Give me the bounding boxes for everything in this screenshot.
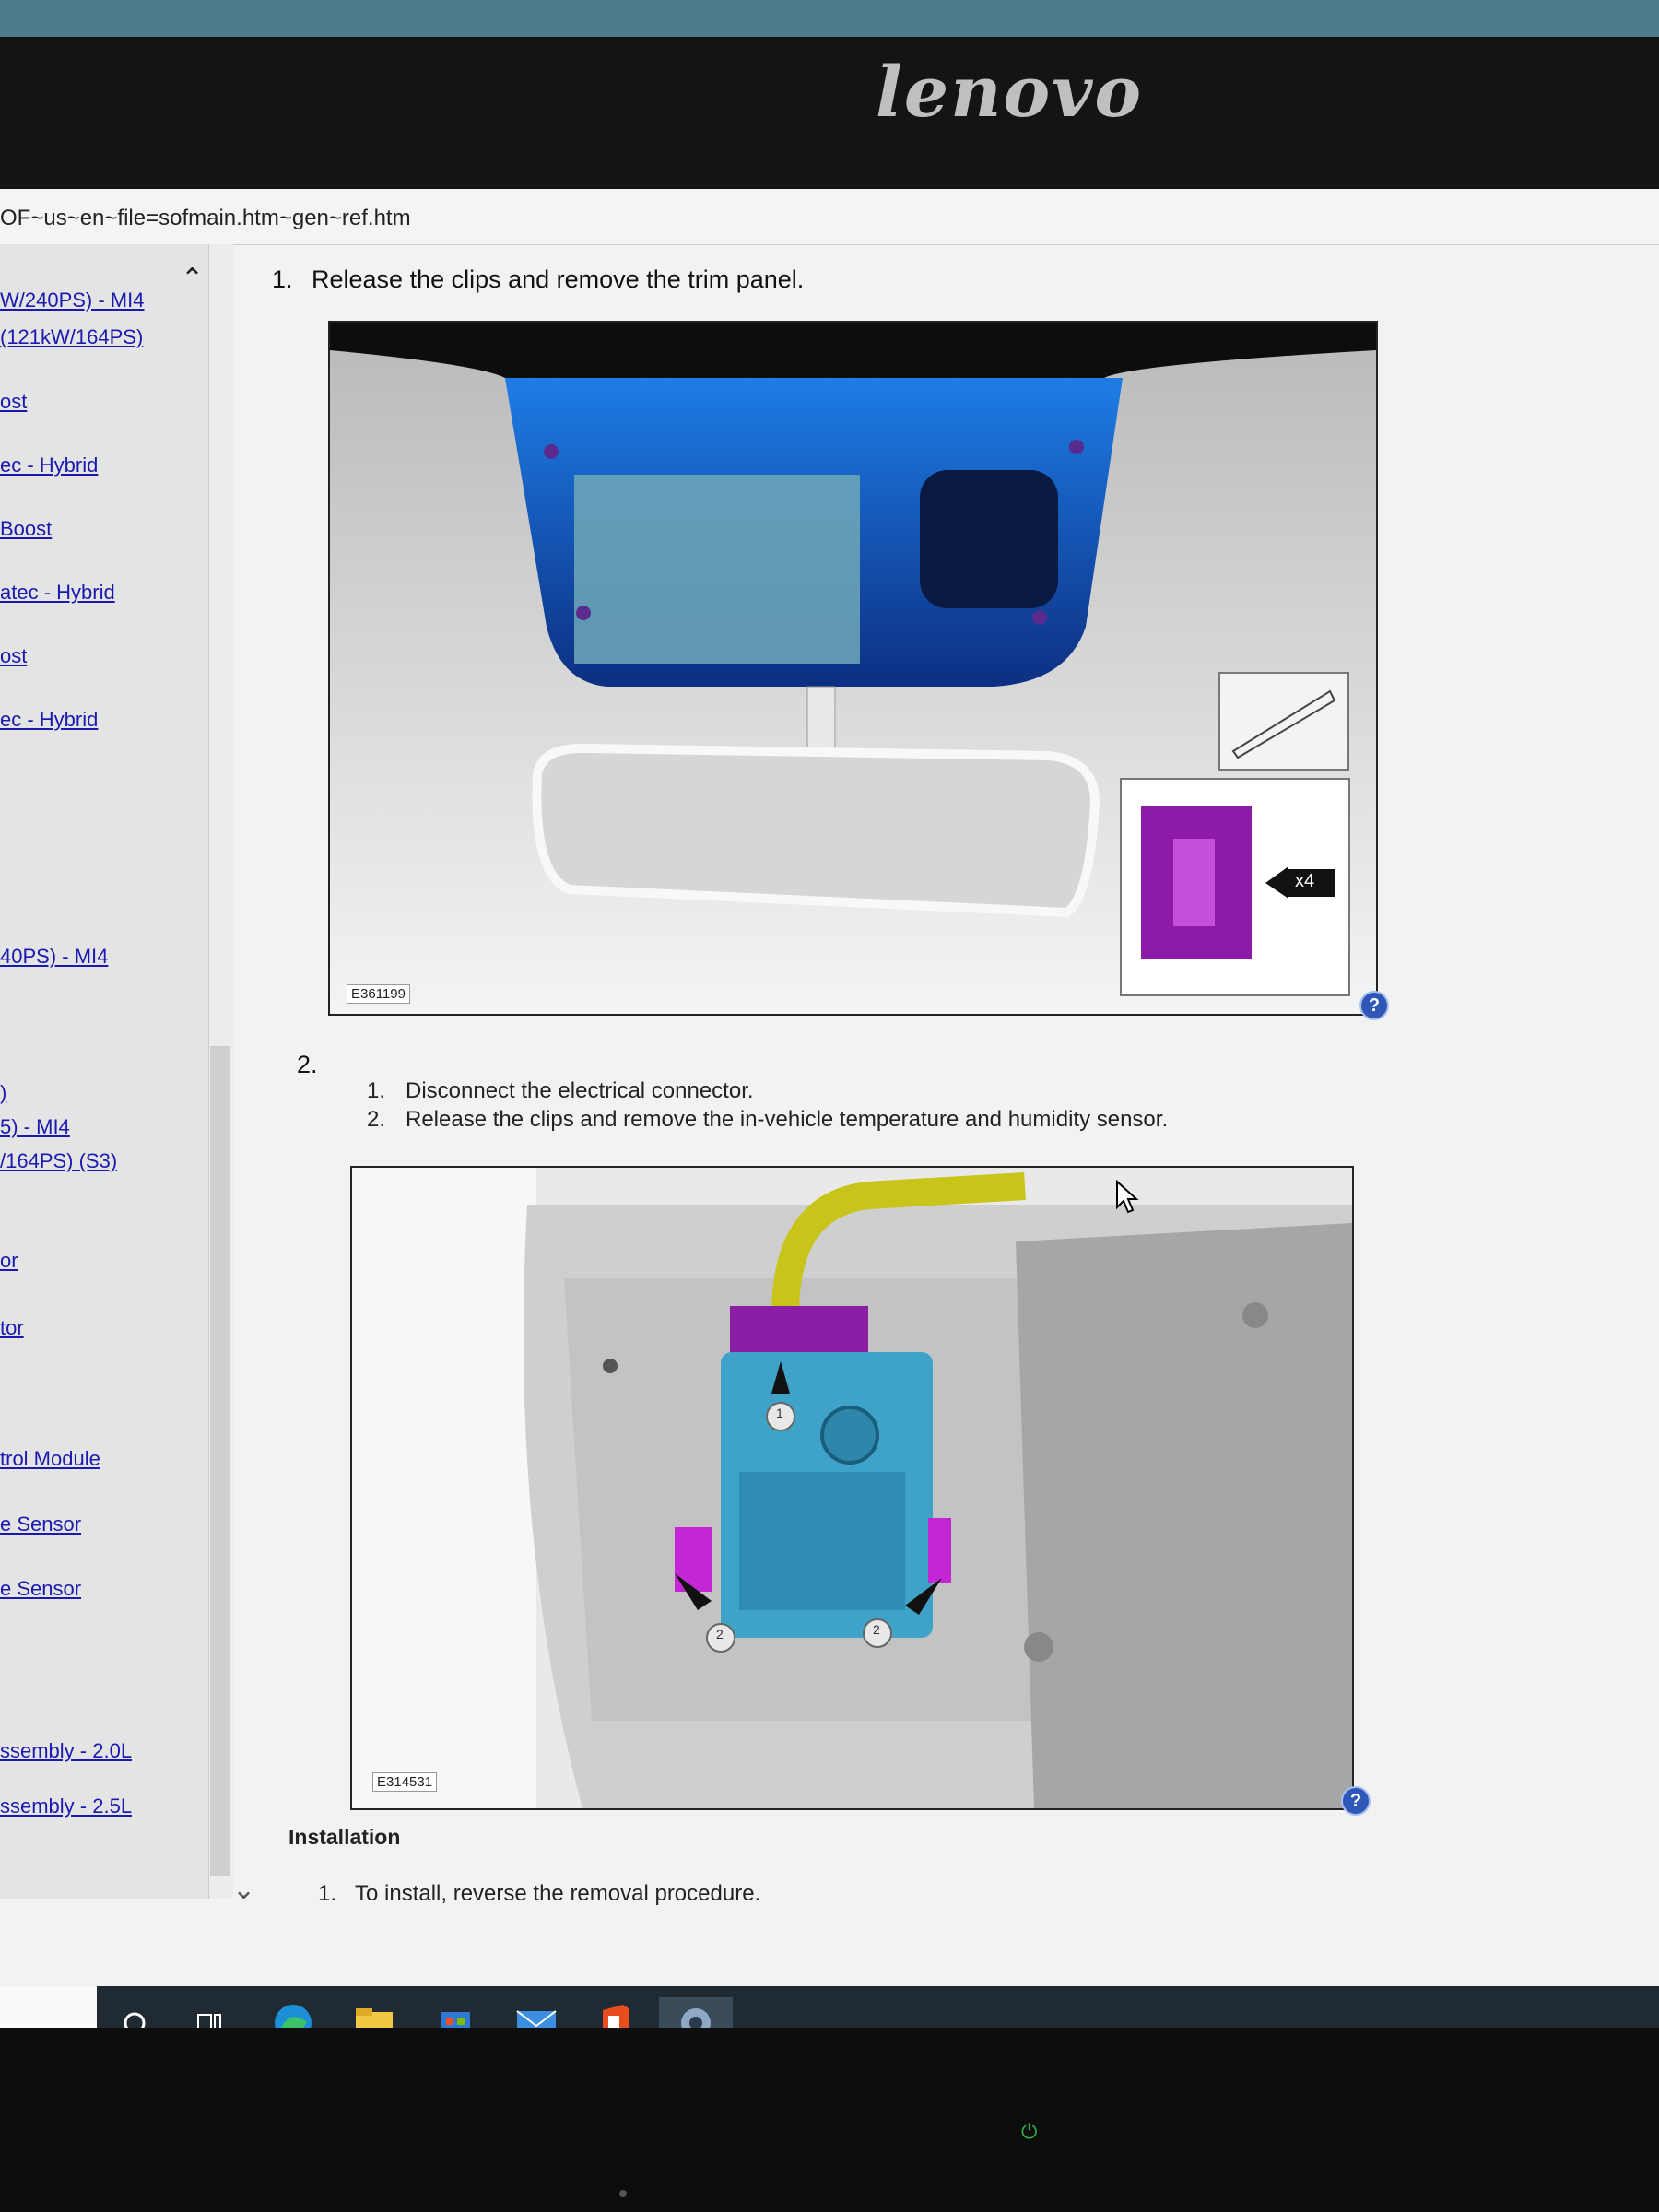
help-icon[interactable]: ? bbox=[1359, 991, 1389, 1020]
install-step-1-number: 1. bbox=[318, 1881, 337, 1906]
nav-link[interactable]: (121kW/164PS) bbox=[0, 325, 143, 349]
power-icon: ⏻ bbox=[1021, 2120, 1038, 2143]
nav-link[interactable]: or bbox=[0, 1249, 18, 1273]
monitor-bezel-top bbox=[0, 37, 1659, 194]
chevron-up-icon[interactable]: ⌃ bbox=[181, 263, 204, 295]
step-1-text: Release the clips and remove the trim pa… bbox=[312, 265, 805, 293]
nav-link[interactable]: tor bbox=[0, 1316, 24, 1340]
substep-2-number: 2. bbox=[367, 1107, 386, 1132]
nav-link[interactable]: Boost bbox=[0, 517, 52, 541]
screen: OF~us~en~file=sofmain.htm~gen~ref.htm ⌃ … bbox=[0, 189, 1659, 2060]
monitor-logo: lenovo bbox=[876, 51, 1144, 133]
step-2-number: 2. bbox=[297, 1051, 318, 1078]
nav-link[interactable]: atec - Hybrid bbox=[0, 581, 115, 605]
figure-1-id: E361199 bbox=[347, 984, 410, 1004]
nav-link[interactable]: e Sensor bbox=[0, 1577, 81, 1601]
nav-link[interactable]: trol Module bbox=[0, 1447, 100, 1471]
substep-1-number: 1. bbox=[367, 1078, 386, 1103]
left-nav-panel bbox=[0, 244, 221, 1899]
monitor-bezel-bottom bbox=[0, 2028, 1659, 2212]
nav-link[interactable]: ssembly - 2.0L bbox=[0, 1739, 132, 1763]
nav-link[interactable]: W/240PS) - MI4 bbox=[0, 288, 144, 312]
nav-link[interactable]: ) bbox=[0, 1081, 6, 1105]
bezel-indicator bbox=[619, 2190, 627, 2197]
figure-2-id: E314531 bbox=[372, 1772, 438, 1792]
nav-link[interactable]: ost bbox=[0, 644, 27, 668]
callout-2: 2 bbox=[873, 1622, 880, 1637]
humidity-sensor-illustration bbox=[352, 1168, 1352, 1808]
install-step-1-text: To install, reverse the removal procedur… bbox=[355, 1881, 761, 1906]
nav-link[interactable]: e Sensor bbox=[0, 1512, 81, 1536]
address-url[interactable]: OF~us~en~file=sofmain.htm~gen~ref.htm bbox=[0, 206, 411, 231]
nav-link[interactable]: ec - Hybrid bbox=[0, 708, 98, 732]
nav-link[interactable]: /164PS) (S3) bbox=[0, 1149, 117, 1173]
figure-humidity-sensor: 1 2 2 E314531 bbox=[350, 1166, 1354, 1810]
trim-panel-illustration bbox=[330, 323, 1376, 1014]
sidebar-scrollbar-thumb[interactable] bbox=[210, 1046, 230, 1876]
nav-link[interactable]: ec - Hybrid bbox=[0, 453, 98, 477]
substep-2-text: Release the clips and remove the in-vehi… bbox=[406, 1107, 1169, 1132]
mouse-cursor-icon bbox=[1116, 1180, 1139, 1214]
chevron-down-icon[interactable]: ⌄ bbox=[232, 1874, 255, 1906]
nav-link[interactable]: 40PS) - MI4 bbox=[0, 945, 108, 969]
nav-link[interactable]: ssembly - 2.5L bbox=[0, 1794, 132, 1818]
callout-2: 2 bbox=[716, 1627, 724, 1641]
figure-trim-panel: x4 E361199 bbox=[328, 321, 1378, 1016]
clip-count-label: x4 bbox=[1295, 871, 1315, 891]
nav-link[interactable]: 5) - MI4 bbox=[0, 1115, 70, 1139]
substep-1-text: Disconnect the electrical connector. bbox=[406, 1078, 754, 1103]
address-bar[interactable]: OF~us~en~file=sofmain.htm~gen~ref.htm bbox=[0, 189, 1659, 245]
step-1-number: 1. bbox=[272, 265, 293, 293]
callout-1: 1 bbox=[776, 1406, 783, 1420]
nav-link[interactable]: ost bbox=[0, 390, 27, 414]
installation-heading: Installation bbox=[288, 1825, 401, 1849]
help-icon[interactable]: ? bbox=[1341, 1786, 1371, 1816]
